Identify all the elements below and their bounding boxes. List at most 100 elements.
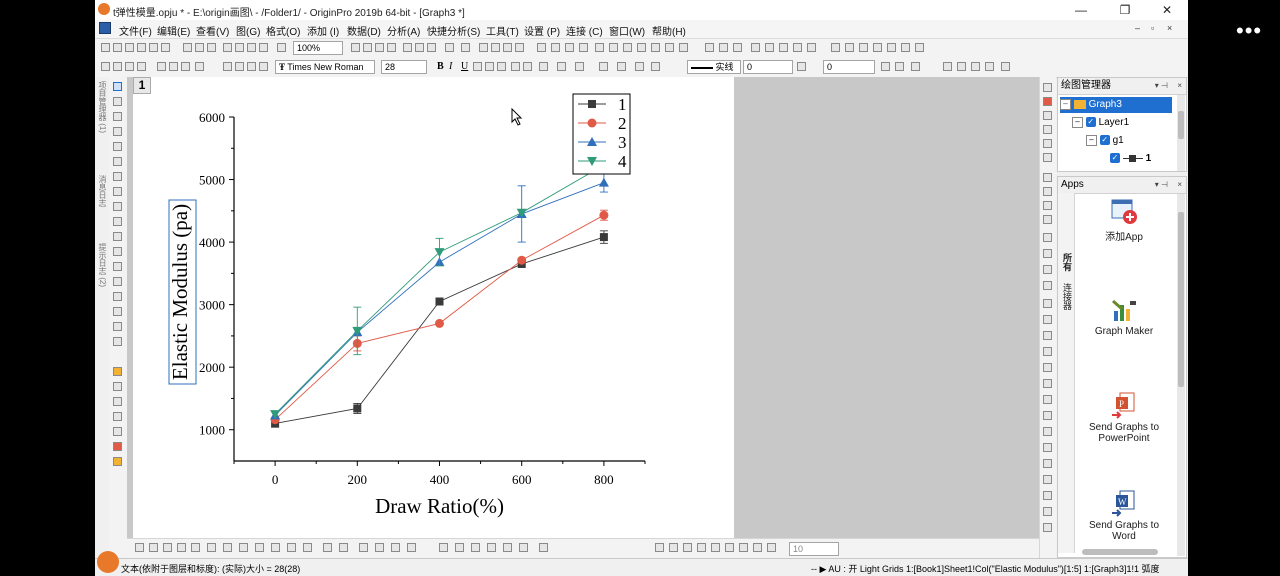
- info-icon[interactable]: [1043, 475, 1052, 484]
- panel-pin-icon[interactable]: ▾ ⊣: [1155, 78, 1168, 94]
- line-plot-icon[interactable]: [135, 543, 144, 552]
- mdi-minimize-button[interactable]: –: [1135, 23, 1140, 33]
- series-2-point[interactable]: [517, 255, 527, 265]
- minimize-button[interactable]: —: [1061, 0, 1101, 20]
- swap-mask-icon[interactable]: [985, 62, 994, 71]
- align-bottom-icon[interactable]: [669, 543, 678, 552]
- report-icon[interactable]: [1043, 379, 1052, 388]
- bold-button[interactable]: B: [437, 61, 444, 72]
- object-manager-scrollbar[interactable]: [1177, 95, 1185, 171]
- polar-icon[interactable]: [623, 43, 632, 52]
- video-tutorial-icon[interactable]: [1043, 507, 1052, 516]
- zoom-pan-icon[interactable]: [793, 43, 802, 52]
- color-scale-icon[interactable]: [845, 43, 854, 52]
- zoom-tool-icon[interactable]: [113, 97, 122, 106]
- bar-plot-icon[interactable]: [207, 543, 216, 552]
- insert-table-icon[interactable]: [113, 322, 122, 331]
- ternary-icon[interactable]: [339, 543, 348, 552]
- font-size-combo[interactable]: 28: [381, 60, 427, 74]
- new-layout-icon[interactable]: [161, 43, 170, 52]
- stat-plot-icon[interactable]: [287, 543, 296, 552]
- tree-icon[interactable]: [445, 43, 454, 52]
- cascade-icon[interactable]: [1043, 265, 1052, 274]
- group-icon[interactable]: [697, 543, 706, 552]
- add-x-axis-icon[interactable]: [705, 43, 714, 52]
- pie-plot-icon[interactable]: [239, 543, 248, 552]
- multi-panel-icon[interactable]: [455, 543, 464, 552]
- layer-info-icon[interactable]: [887, 43, 896, 52]
- tree-item-layer1[interactable]: – ✓ Layer1: [1072, 115, 1129, 131]
- menu-graph[interactable]: 图(G): [236, 23, 260, 38]
- video-icon[interactable]: [1043, 347, 1052, 356]
- date-time-icon[interactable]: [873, 43, 882, 52]
- paste-format-icon[interactable]: [259, 62, 268, 71]
- align-left-icon[interactable]: [539, 62, 548, 71]
- pointer-tool-icon[interactable]: [479, 43, 488, 52]
- app-send-word[interactable]: W Send Graphs to Word: [1076, 489, 1172, 542]
- zoom-in-icon[interactable]: [765, 43, 774, 52]
- filter-icon[interactable]: [579, 43, 588, 52]
- superscript-icon[interactable]: [473, 62, 482, 71]
- italic-button[interactable]: I: [449, 61, 452, 72]
- apps-tab-all[interactable]: 所有: [1061, 253, 1074, 271]
- vector-icon[interactable]: [407, 543, 416, 552]
- font-family-combo[interactable]: Ŧ Times New Roman: [275, 60, 375, 74]
- worksheet-query-icon[interactable]: [403, 43, 412, 52]
- mdi-restore-button[interactable]: ▫: [1151, 23, 1154, 33]
- line-style-combo[interactable]: 实线: [687, 60, 741, 74]
- object-manager-toggle-icon[interactable]: [1043, 83, 1052, 92]
- contour-plot-icon[interactable]: [255, 543, 264, 552]
- legend-icon[interactable]: [831, 43, 840, 52]
- menu-view[interactable]: 查看(V): [196, 23, 229, 38]
- x-axis-title[interactable]: Draw Ratio(%): [375, 494, 504, 518]
- new-graph-icon[interactable]: [125, 43, 134, 52]
- equation-icon[interactable]: [1043, 125, 1052, 134]
- message-log-tab[interactable]: 消息日志: [96, 175, 108, 207]
- legend-1-marker[interactable]: [588, 100, 596, 108]
- line-color-icon[interactable]: [635, 62, 644, 71]
- greek-icon[interactable]: [497, 62, 506, 71]
- matrix-view-icon[interactable]: [1043, 201, 1052, 210]
- code-builder-icon[interactable]: [387, 43, 396, 52]
- draw-data-icon[interactable]: [113, 187, 122, 196]
- stats-icon[interactable]: [595, 43, 604, 52]
- arrange-icon[interactable]: [665, 43, 674, 52]
- results-log-icon[interactable]: [503, 43, 512, 52]
- cluster-icon[interactable]: [113, 412, 122, 421]
- regional-selector-icon[interactable]: [113, 202, 122, 211]
- line-symbol-icon[interactable]: [163, 543, 172, 552]
- inset-icon[interactable]: [503, 543, 512, 552]
- merge-layers-icon[interactable]: [487, 543, 496, 552]
- align-top-icon[interactable]: [655, 543, 664, 552]
- pointer-icon[interactable]: [113, 82, 122, 91]
- learning-center-icon[interactable]: [1043, 523, 1052, 532]
- theme-icon[interactable]: [1043, 427, 1052, 436]
- column-plot-icon[interactable]: [191, 543, 200, 552]
- rectangle-tool-icon[interactable]: [113, 277, 122, 286]
- extract-icon[interactable]: [651, 43, 660, 52]
- new-worksheet-icon[interactable]: [113, 43, 122, 52]
- elastic-modulus-chart[interactable]: 1000 2000 3000 4000 5000 6000 0 200 400 600 800 Dra…: [133, 77, 734, 538]
- window-list-icon[interactable]: [1043, 233, 1052, 242]
- arrow-tool-icon[interactable]: [113, 247, 122, 256]
- style-7-icon[interactable]: [181, 62, 190, 71]
- backward-icon[interactable]: [767, 543, 776, 552]
- series-1-point[interactable]: [435, 297, 444, 306]
- font-color-icon[interactable]: [575, 62, 584, 71]
- arrange-icons-icon[interactable]: [1043, 281, 1052, 290]
- series-3-point[interactable]: [598, 177, 609, 187]
- sort-icon[interactable]: [551, 43, 560, 52]
- legend-1-label[interactable]: 1: [618, 95, 627, 114]
- insert-graph-icon[interactable]: [113, 307, 122, 316]
- apps-horizontal-scrollbar[interactable]: [1082, 549, 1158, 555]
- rescale-icon[interactable]: [751, 43, 760, 52]
- copy-icon[interactable]: [235, 62, 244, 71]
- style-icon[interactable]: [101, 62, 110, 71]
- font-icon[interactable]: [1043, 459, 1052, 468]
- series-2-point[interactable]: [599, 210, 609, 220]
- plot-setup-icon[interactable]: [1043, 173, 1052, 182]
- new-matrix-icon[interactable]: [137, 43, 146, 52]
- menu-quick-analysis[interactable]: 快捷分析(S): [427, 23, 480, 38]
- zoom-out-icon[interactable]: [779, 43, 788, 52]
- mdi-close-button[interactable]: ×: [1167, 23, 1172, 33]
